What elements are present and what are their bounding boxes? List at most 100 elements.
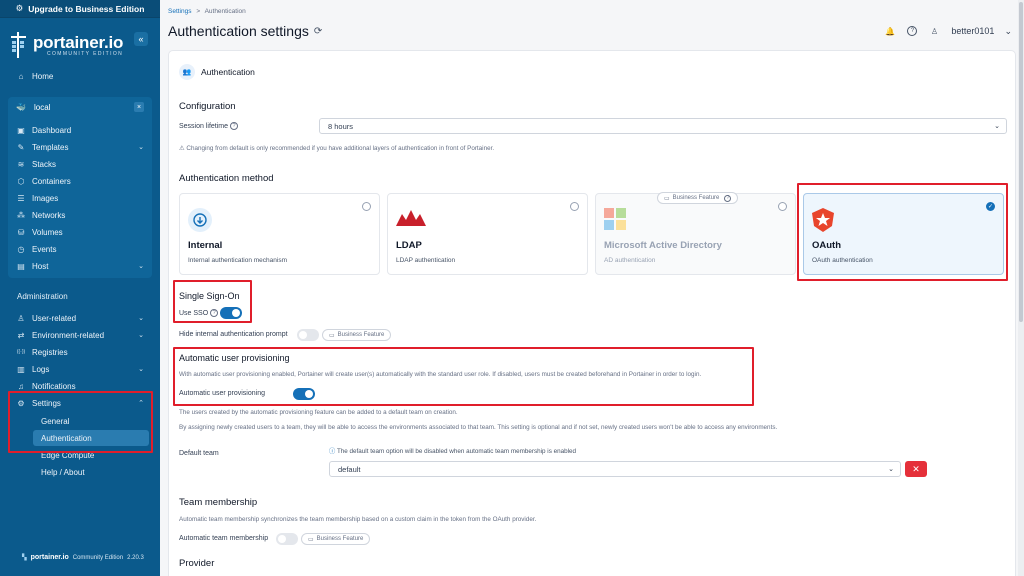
page-title-text: Authentication settings <box>168 23 309 39</box>
chevron-down-icon: ⌄ <box>138 315 144 322</box>
default-team-select[interactable]: default ⌄ <box>329 461 901 477</box>
sidebar-item-events[interactable]: ◷ Events <box>8 241 152 257</box>
sidebar-item-user-related[interactable]: ♙ User-related ⌄ <box>8 310 152 326</box>
business-feature-badge: ▭ Business Feature? <box>657 192 739 204</box>
internal-icon <box>188 208 216 232</box>
scrollbar-thumb[interactable] <box>1019 2 1023 322</box>
panel-title: Authentication <box>201 67 255 77</box>
settings-sub-help-about[interactable]: Help / About <box>33 464 149 480</box>
environment-header: 🐳 local × <box>8 98 152 116</box>
user-icon: ♙ <box>930 26 938 36</box>
templates-icon: ✎ <box>17 142 25 152</box>
sidebar-item-label: Stacks <box>32 159 57 169</box>
portainer-logo-icon <box>10 32 28 58</box>
containers-icon: ⬡ <box>17 176 25 186</box>
team-note-2: By assigning newly created users to a te… <box>179 424 778 431</box>
page-title: Authentication settings ⟳ <box>168 23 322 39</box>
users-icon: 👥 <box>179 64 195 80</box>
auth-method-ldap[interactable]: LDAP LDAP authentication <box>387 193 588 275</box>
sidebar-item-label: Registries <box>32 347 68 357</box>
page-scrollbar[interactable] <box>1018 0 1024 576</box>
session-lifetime-label: Session lifetime? <box>179 122 239 130</box>
team-membership-title: Team membership <box>179 497 258 508</box>
sidebar-item-label: Volumes <box>32 227 63 237</box>
logo-edition: COMMUNITY EDITION <box>46 50 124 57</box>
sidebar-item-registries[interactable]: ((·)) Registries <box>8 344 152 360</box>
logo-name: portainer.io <box>33 32 124 52</box>
help-icon[interactable]: ? <box>907 26 918 36</box>
username[interactable]: better0101 <box>951 26 994 36</box>
sidebar-item-label: Containers <box>32 176 71 186</box>
events-icon: ◷ <box>17 244 25 254</box>
sidebar-item-label: Networks <box>32 210 66 220</box>
user-menu: 🔔 ? ♙ better0101 ⌄ <box>883 24 1012 38</box>
sidebar-item-host[interactable]: ▤ Host ⌄ <box>8 258 152 274</box>
sidebar-item-networks[interactable]: ⁂ Networks <box>8 207 152 223</box>
ldap-radio[interactable] <box>570 202 579 211</box>
upgrade-button[interactable]: ⚙ Upgrade to Business Edition <box>0 0 160 18</box>
sidebar-item-environment-related[interactable]: ⇄ Environment-related ⌄ <box>8 327 152 343</box>
auth-method-internal[interactable]: Internal Internal authentication mechani… <box>179 193 380 275</box>
collapse-sidebar-button[interactable]: « <box>134 32 148 46</box>
images-icon: ☰ <box>17 193 25 203</box>
sidebar-item-volumes[interactable]: ⛁ Volumes <box>8 224 152 240</box>
bell-icon: ♫ <box>18 381 24 391</box>
close-environment-button[interactable]: × <box>134 102 144 112</box>
highlight-sso <box>173 280 252 323</box>
sidebar-item-label: Host <box>32 261 49 271</box>
briefcase-icon: ▭ <box>308 536 314 543</box>
auth-method-active-directory: Microsoft Active Directory AD authentica… <box>595 193 796 275</box>
chevron-down-icon[interactable]: ⌄ <box>1004 26 1012 37</box>
authentication-panel: 👥 Authentication Configuration Session l… <box>168 50 1016 576</box>
portainer-small-icon: ▚ <box>22 555 27 561</box>
sidebar-item-label: Templates <box>32 142 69 152</box>
footer-logo: ▚ portainer.io Community Edition 2.20.3 <box>22 554 144 561</box>
remove-default-team-button[interactable]: ✕ <box>905 461 927 477</box>
chevron-down-icon: ⌄ <box>138 263 144 270</box>
hide-prompt-toggle <box>297 329 319 341</box>
environment-icon: ⇄ <box>17 330 25 340</box>
configuration-title: Configuration <box>179 101 236 112</box>
breadcrumb-settings-link[interactable]: Settings <box>168 8 192 15</box>
sidebar-item-label: Events <box>32 244 57 254</box>
sidebar-item-stacks[interactable]: ≋ Stacks <box>8 156 152 172</box>
ldap-desc: LDAP authentication <box>396 257 456 264</box>
sidebar-item-label: Images <box>32 193 59 203</box>
team-note-1: The users created by the automatic provi… <box>179 409 458 416</box>
ldap-icon <box>396 208 426 232</box>
default-team-label: Default team <box>179 450 219 457</box>
sidebar-item-home[interactable]: ⌂ Home <box>8 68 152 84</box>
environment-name: local <box>34 102 51 112</box>
microsoft-icon <box>604 208 632 232</box>
dashboard-icon: ▣ <box>17 125 25 135</box>
highlight-settings <box>8 391 153 453</box>
sidebar-item-logs[interactable]: ▥ Logs ⌄ <box>8 361 152 377</box>
session-note: ⚠ Changing from default is only recommen… <box>179 145 495 152</box>
sidebar-item-containers[interactable]: ⬡ Containers <box>8 173 152 189</box>
session-lifetime-select[interactable]: 8 hours ⌄ <box>319 118 1007 134</box>
internal-title: Internal <box>188 240 223 251</box>
footer-name: portainer.io <box>30 554 69 561</box>
breadcrumb: Settings > Authentication <box>168 8 246 15</box>
notification-bell-icon[interactable]: 🔔 <box>883 24 897 38</box>
refresh-icon[interactable]: ⟳ <box>314 26 322 37</box>
internal-radio[interactable] <box>362 202 371 211</box>
sidebar-item-label: Dashboard <box>32 125 72 135</box>
briefcase-icon: ▭ <box>664 195 670 202</box>
sidebar-item-templates[interactable]: ✎ Templates ⌄ <box>8 139 152 155</box>
info-icon: ⓘ <box>329 448 336 455</box>
chevron-down-icon: ⌄ <box>138 366 144 373</box>
sidebar-item-dashboard[interactable]: ▣ Dashboard <box>8 122 152 138</box>
auth-method-title: Authentication method <box>179 173 274 184</box>
auto-team-toggle <box>276 533 298 545</box>
business-feature-badge: ▭ Business Feature <box>322 329 392 341</box>
panel-header: 👥 Authentication <box>179 64 255 80</box>
sidebar-item-images[interactable]: ☰ Images <box>8 190 152 206</box>
internal-desc: Internal authentication mechanism <box>188 257 288 264</box>
upgrade-label: Upgrade to Business Edition <box>28 3 145 14</box>
provider-title: Provider <box>179 558 215 569</box>
footer-edition: Community Edition <box>72 554 124 561</box>
sidebar-item-label: Environment-related <box>32 330 105 340</box>
business-feature-badge: ▭ Business Feature <box>301 533 371 545</box>
highlight-oauth <box>797 183 1008 281</box>
